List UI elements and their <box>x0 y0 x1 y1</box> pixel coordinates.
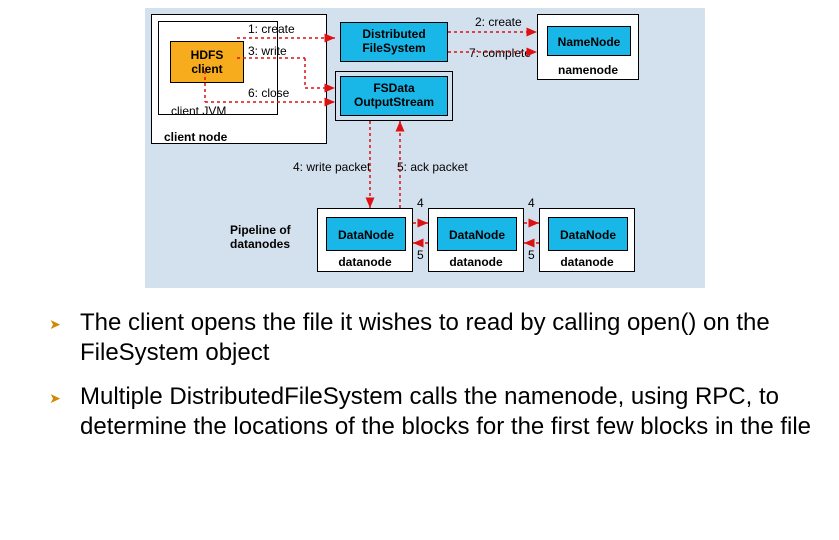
bullet-arrow-icon: ➤ <box>30 382 80 407</box>
datanode-2-box: DataNode <box>437 217 517 251</box>
bullet-2: ➤ Multiple DistributedFileSystem calls t… <box>30 382 820 442</box>
datanode-3-box: DataNode <box>548 217 628 251</box>
datanode-3-container: DataNode datanode <box>539 208 635 272</box>
client-node-label: client node <box>164 130 227 144</box>
fsdata-outputstream-box: FSDataOutputStream <box>340 76 448 116</box>
datanode-1-container: DataNode datanode <box>317 208 413 272</box>
bullet-arrow-icon: ➤ <box>30 308 80 333</box>
namenode-box: NameNode <box>547 26 631 56</box>
namenode-container: NameNode namenode <box>537 14 639 80</box>
edge-5b: 5 <box>528 248 535 262</box>
datanode-1-box: DataNode <box>326 217 406 251</box>
datanode-1-label: datanode <box>318 255 412 269</box>
hdfs-client-box: HDFSclient <box>170 41 244 83</box>
bullet-1: ➤ The client opens the file it wishes to… <box>30 308 820 368</box>
bullet-list: ➤ The client opens the file it wishes to… <box>30 308 820 456</box>
edge-1-create: 1: create <box>248 22 295 36</box>
bullet-1-text: The client opens the file it wishes to r… <box>80 308 820 368</box>
edge-4a: 4 <box>417 196 424 210</box>
namenode-label: namenode <box>538 63 638 77</box>
datanode-3-label: datanode <box>540 255 634 269</box>
bullet-2-text: Multiple DistributedFileSystem calls the… <box>80 382 820 442</box>
edge-4-write-packet: 4: write packet <box>293 160 370 174</box>
edge-3-write: 3: write <box>248 44 287 58</box>
edge-7-complete: 7: complete <box>469 46 531 60</box>
edge-6-close: 6: close <box>248 86 289 100</box>
edge-4b: 4 <box>528 196 535 210</box>
client-jvm-label: client JVM <box>171 104 226 118</box>
client-node-box: HDFSclient client JVM client node <box>151 14 327 144</box>
pipeline-label: Pipeline ofdatanodes <box>230 223 291 252</box>
datanode-2-container: DataNode datanode <box>428 208 524 272</box>
edge-5-ack-packet: 5: ack packet <box>397 160 468 174</box>
edge-5a: 5 <box>417 248 424 262</box>
datanode-2-label: datanode <box>429 255 523 269</box>
distributed-filesystem-box: DistributedFileSystem <box>340 22 448 62</box>
hdfs-write-diagram: HDFSclient client JVM client node Distri… <box>145 8 705 288</box>
edge-2-create: 2: create <box>475 15 522 29</box>
